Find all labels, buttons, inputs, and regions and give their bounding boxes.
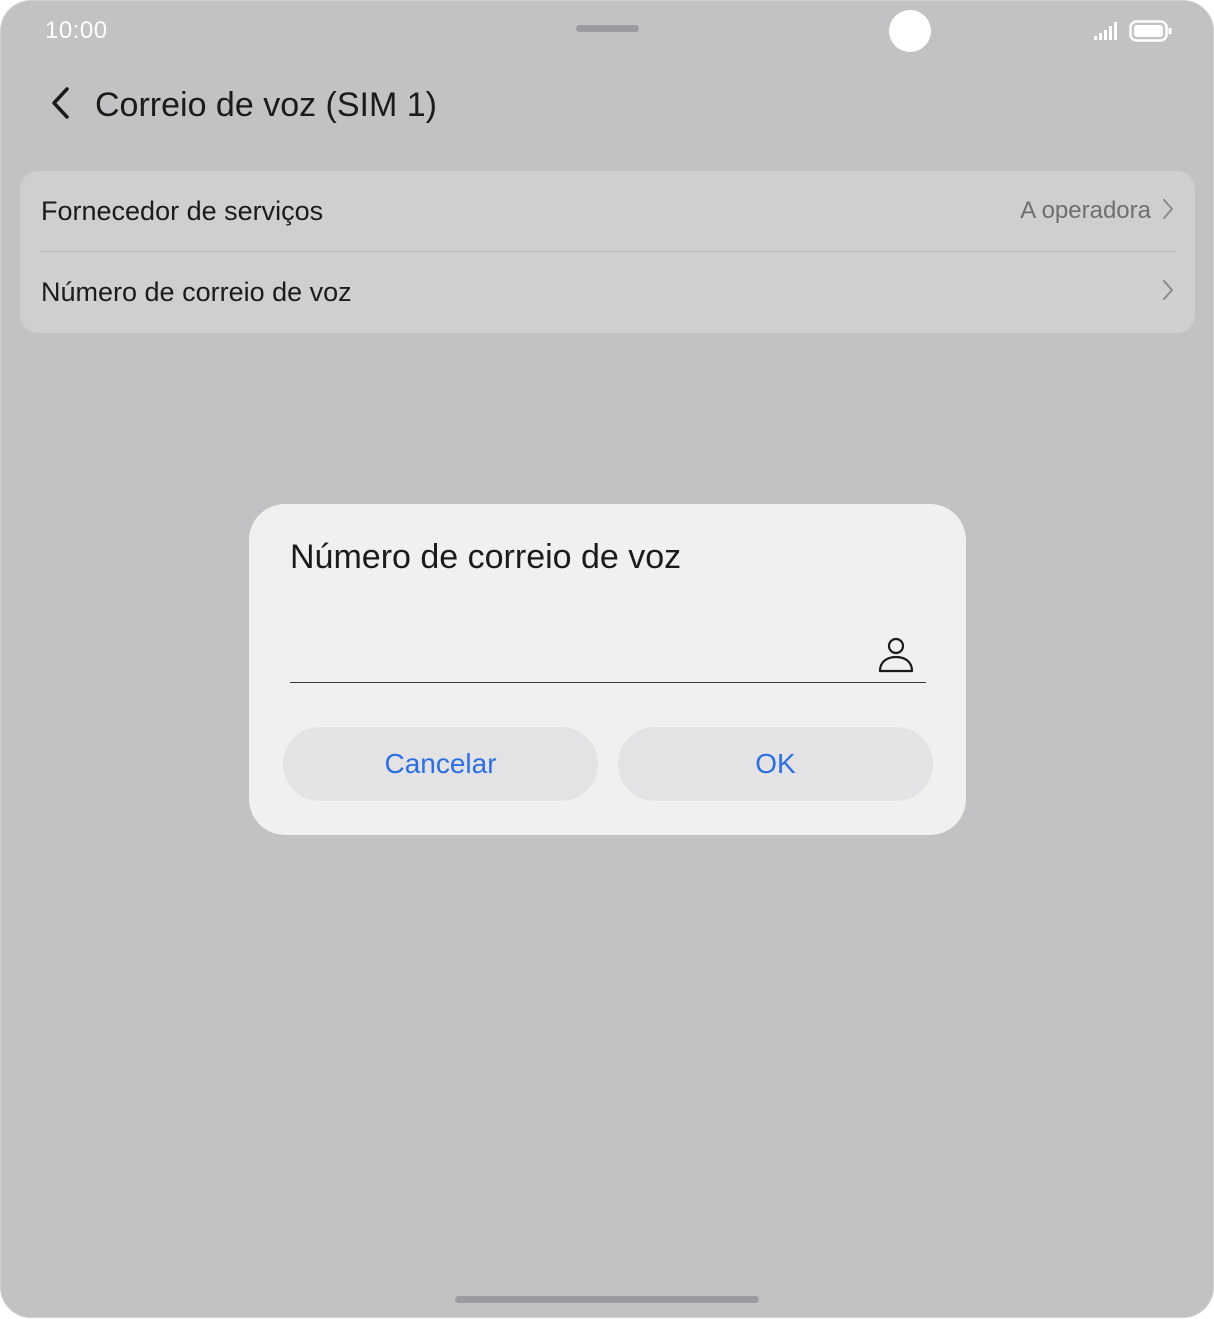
chevron-left-icon: [49, 85, 73, 126]
settings-row-voicemail-number[interactable]: Número de correio de voz: [41, 252, 1175, 332]
home-indicator[interactable]: [455, 1296, 759, 1303]
top-handle: [576, 25, 639, 32]
settings-card: Fornecedor de serviços A operadora Númer…: [20, 171, 1195, 333]
status-time: 10:00: [45, 17, 108, 44]
settings-row-label: Fornecedor de serviços: [41, 195, 324, 226]
ok-button[interactable]: OK: [618, 727, 933, 801]
voicemail-number-field: [290, 629, 926, 683]
page-title: Correio de voz (SIM 1): [95, 86, 437, 124]
dialog-title: Número de correio de voz: [290, 538, 682, 576]
settings-row-right: A operadora: [1020, 197, 1175, 226]
cancel-button[interactable]: Cancelar: [283, 727, 598, 801]
back-button[interactable]: [41, 83, 81, 127]
front-camera: [889, 10, 931, 52]
device-screen: 10:00 Correio de voz (SIM 1) Fornecedor …: [1, 1, 1213, 1317]
contact-person-icon[interactable]: [876, 633, 916, 677]
settings-row-value: A operadora: [1020, 197, 1151, 224]
voicemail-number-input[interactable]: [290, 637, 850, 677]
chevron-right-icon: [1161, 197, 1175, 226]
signal-icon: [1093, 21, 1119, 46]
settings-row-service-provider[interactable]: Fornecedor de serviços A operadora: [41, 171, 1175, 251]
chevron-right-icon: [1161, 278, 1175, 307]
voicemail-number-dialog: Número de correio de voz Cancelar OK: [249, 504, 966, 835]
status-icons: [1093, 19, 1173, 48]
battery-icon: [1129, 19, 1173, 48]
settings-row-right: [1161, 278, 1175, 307]
settings-row-label: Número de correio de voz: [41, 276, 352, 307]
